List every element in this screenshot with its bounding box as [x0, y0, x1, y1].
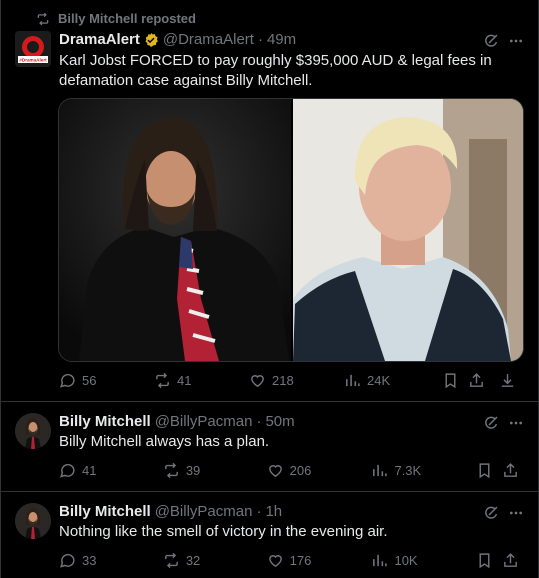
repost-icon [36, 12, 50, 26]
timestamp[interactable]: 50m [265, 413, 294, 430]
media-image-right[interactable] [293, 99, 523, 361]
share-button[interactable] [502, 462, 519, 479]
repost-count: 32 [185, 553, 201, 568]
bookmark-button[interactable] [476, 552, 502, 569]
tweet-text: Billy Mitchell always has a plan. [59, 433, 270, 450]
bookmark-button[interactable] [442, 372, 468, 389]
reply-icon [60, 463, 75, 478]
handle[interactable]: @DramaAlert [163, 31, 254, 48]
bookmark-icon [479, 553, 490, 569]
dot-separator: · [256, 503, 262, 520]
grok-icon[interactable] [483, 505, 499, 521]
reply-count: 33 [82, 553, 97, 568]
reply-button[interactable]: 33 [59, 552, 163, 569]
tweet-header: Billy Mitchell @BillyPacman · 50m [59, 413, 295, 430]
reply-button[interactable]: 41 [59, 462, 163, 479]
billy-avatar-image [15, 413, 51, 449]
bookmark-icon [479, 463, 490, 479]
reply-icon [60, 373, 75, 388]
bookmark-icon [445, 373, 456, 389]
dramaalert-logo: #DramaAlert [15, 31, 51, 67]
handle[interactable]: @BillyPacman [155, 503, 253, 520]
repost-button[interactable]: 41 [154, 372, 249, 389]
tweet-header: DramaAlert @DramaAlert · 49m [59, 31, 296, 48]
share-button[interactable] [468, 372, 499, 389]
repost-banner-text: Billy Mitchell reposted [58, 11, 196, 26]
tweet-header: Billy Mitchell @BillyPacman · 1h [59, 503, 282, 520]
share-icon [504, 463, 517, 477]
dot-separator: · [257, 31, 263, 48]
repost-icon [164, 552, 178, 569]
heart-icon [268, 465, 282, 477]
tweet-text: Nothing like the smell of victory in the… [59, 523, 388, 540]
grok-icon[interactable] [483, 33, 499, 49]
display-name[interactable]: Billy Mitchell [59, 503, 151, 520]
divider [0, 491, 539, 492]
tweet-actions: 33 32 176 10K [59, 552, 519, 569]
heart-icon [251, 375, 264, 387]
billy-avatar[interactable] [15, 503, 51, 539]
billy-avatar[interactable] [15, 413, 51, 449]
bookmark-button[interactable] [476, 462, 502, 479]
like-count: 206 [289, 463, 312, 478]
views-button[interactable]: 10K [371, 552, 476, 569]
verified-badge-icon [143, 32, 159, 48]
heart-icon [268, 555, 282, 567]
like-button[interactable]: 206 [267, 462, 372, 479]
grok-icon[interactable] [483, 415, 499, 431]
billy-avatar-image [15, 503, 51, 539]
like-button[interactable]: 218 [249, 372, 344, 389]
like-button[interactable]: 176 [267, 552, 372, 569]
repost-button[interactable]: 32 [163, 552, 267, 569]
repost-icon [164, 462, 178, 479]
timestamp[interactable]: 49m [267, 31, 296, 48]
repost-icon [156, 372, 169, 389]
share-icon [504, 553, 517, 567]
dramaalert-avatar[interactable]: #DramaAlert [15, 31, 51, 67]
repost-button[interactable]: 39 [163, 462, 267, 479]
repost-count: 41 [177, 373, 192, 388]
divider [0, 401, 539, 402]
views-button[interactable]: 7.3K [371, 462, 476, 479]
reply-button[interactable]: 56 [59, 372, 154, 389]
more-options-icon[interactable] [508, 505, 524, 521]
views-icon [373, 554, 388, 567]
views-icon [373, 464, 388, 477]
repost-banner[interactable]: Billy Mitchell reposted [36, 11, 196, 26]
display-name[interactable]: Billy Mitchell [59, 413, 151, 430]
display-name[interactable]: DramaAlert [59, 31, 140, 48]
reply-count: 41 [82, 463, 97, 478]
view-count: 10K [394, 553, 418, 568]
views-icon [346, 374, 360, 387]
repost-count: 39 [185, 463, 201, 478]
like-count: 218 [272, 373, 294, 388]
tweet-actions: 41 39 206 7.3K [59, 462, 519, 479]
svg-text:#DramaAlert: #DramaAlert [19, 58, 47, 63]
download-icon [501, 374, 514, 387]
tweet-text: Karl Jobst FORCED to pay roughly $395,00… [59, 52, 492, 89]
media-image-left[interactable] [59, 99, 293, 361]
view-count: 7.3K [394, 463, 422, 478]
more-options-icon[interactable] [508, 33, 524, 49]
views-button[interactable]: 24K [344, 372, 442, 389]
more-options-icon[interactable] [508, 415, 524, 431]
dot-separator: · [256, 413, 262, 430]
tweet-media[interactable] [58, 98, 524, 362]
download-button[interactable] [499, 372, 516, 389]
like-count: 176 [289, 553, 312, 568]
timestamp[interactable]: 1h [265, 503, 282, 520]
share-button[interactable] [502, 552, 519, 569]
share-icon [470, 373, 483, 387]
reply-icon [60, 553, 75, 568]
view-count: 24K [367, 373, 391, 388]
handle[interactable]: @BillyPacman [155, 413, 253, 430]
reply-count: 56 [82, 373, 97, 388]
tweet-actions: 56 41 218 24K [59, 372, 519, 389]
